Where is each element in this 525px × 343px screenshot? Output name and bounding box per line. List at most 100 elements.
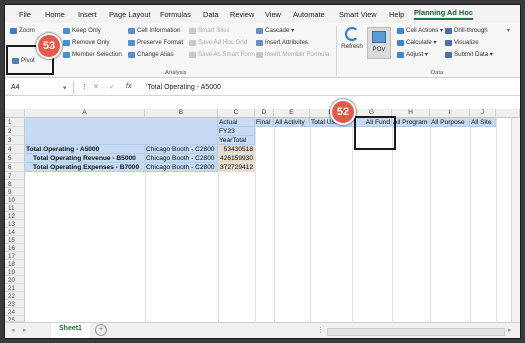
row-header[interactable]: 8	[5, 180, 25, 188]
row-header[interactable]: 18	[5, 260, 25, 268]
row-header[interactable]: 15	[5, 236, 25, 244]
cancel-icon[interactable]: ✕	[93, 83, 99, 91]
member-selection-button[interactable]: Member Selection	[63, 51, 122, 58]
tab-file[interactable]: File	[19, 10, 31, 19]
cell-a6[interactable]: Total Operating Expenses - B7000	[25, 163, 145, 172]
row-header[interactable]: 19	[5, 268, 25, 276]
tab-formulas[interactable]: Formulas	[160, 10, 191, 19]
tab-review[interactable]: Review	[230, 10, 254, 19]
sheet-tab-sheet1[interactable]: Sheet1	[51, 323, 90, 338]
cell-a4[interactable]: Total Operating - A5000	[25, 145, 145, 154]
cell-c2[interactable]: FY23	[218, 127, 255, 136]
submit-data-button[interactable]: Submit Data ▾	[445, 51, 493, 58]
row-header[interactable]: 22	[5, 292, 25, 300]
tab-planning-ad-hoc[interactable]: Planning Ad Hoc	[414, 8, 473, 20]
insert-attributes-button[interactable]: Insert Attributes	[256, 39, 308, 46]
column-header[interactable]: J	[470, 109, 496, 118]
row-header[interactable]: 5	[5, 154, 25, 163]
sheet-more-icon[interactable]: ⋮	[317, 326, 324, 334]
insert-member-formula-button[interactable]: Insert Member Formula	[256, 51, 329, 58]
cell-i1[interactable]: All Purpose	[430, 118, 470, 127]
column-header[interactable]: A	[25, 109, 145, 118]
row-header[interactable]: 2	[5, 127, 25, 136]
column-header[interactable]: D	[255, 109, 274, 118]
formula-menu-icon[interactable]: ⋮	[81, 83, 88, 91]
calculate-button[interactable]: Calculate ▾	[397, 39, 437, 46]
column-header[interactable]: I	[430, 109, 470, 118]
add-sheet-icon[interactable]: +	[95, 324, 107, 336]
name-box[interactable]: A4	[11, 84, 20, 91]
formula-input[interactable]: 'Total Operating - A5000	[146, 84, 221, 91]
cell-c1[interactable]: Actual	[218, 118, 255, 127]
cell-d1[interactable]: Final	[255, 118, 274, 127]
select-all-corner[interactable]	[5, 109, 25, 118]
pov-button[interactable]: POV	[367, 27, 391, 59]
vertical-scrollbar[interactable]	[511, 118, 520, 322]
save-as-smart-form-button[interactable]: Save As Smart Form	[189, 51, 255, 58]
zoom-button[interactable]: Zoom	[10, 27, 35, 34]
scroll-left-icon[interactable]: ◂	[11, 326, 15, 334]
cell-information-button[interactable]: Cell Information	[128, 27, 180, 34]
row-header[interactable]: 16	[5, 244, 25, 252]
cell-a5[interactable]: Total Operating Revenue - B5000	[25, 154, 145, 163]
save-ad-hoc-grid-button[interactable]: Save Ad Hoc Grid	[189, 39, 247, 46]
remove-only-button[interactable]: Remove Only	[63, 39, 109, 46]
row-header[interactable]: 6	[5, 163, 25, 172]
function-icon[interactable]: fx	[126, 83, 131, 90]
row-header[interactable]: 10	[5, 196, 25, 204]
visualize-button[interactable]: Visualize	[445, 39, 479, 46]
name-box-dropdown-icon[interactable]: ▾	[63, 84, 67, 92]
row-header[interactable]: 12	[5, 212, 25, 220]
horizontal-scrollbar[interactable]	[327, 328, 505, 336]
enter-icon[interactable]: ✓	[109, 83, 115, 91]
smart-slice-button[interactable]: Smart Slice	[189, 27, 230, 34]
cell-h1[interactable]: All Program	[392, 118, 430, 127]
cell-c4[interactable]: 53430518	[218, 145, 255, 154]
row-header[interactable]: 23	[5, 300, 25, 308]
cell-b6[interactable]: Chicago Booth - C2800	[145, 163, 218, 172]
scroll-right-icon[interactable]: ▸	[23, 326, 27, 334]
cascade-button[interactable]: Cascade ▾	[256, 27, 294, 34]
cell-e1[interactable]: All Activity	[274, 118, 310, 127]
tab-insert[interactable]: Insert	[78, 10, 96, 19]
row-header[interactable]: 17	[5, 252, 25, 260]
keep-only-button[interactable]: Keep Only	[63, 27, 101, 34]
tab-help[interactable]: Help	[389, 10, 404, 19]
header-band-blank[interactable]	[25, 118, 218, 145]
row-header[interactable]: 7	[5, 172, 25, 180]
row-header[interactable]: 13	[5, 220, 25, 228]
column-header-blank[interactable]	[496, 109, 520, 118]
column-header[interactable]: E	[274, 109, 310, 118]
column-header[interactable]: C	[218, 109, 255, 118]
change-alias-button[interactable]: Change Alias	[128, 51, 173, 58]
row-header[interactable]: 3	[5, 136, 25, 145]
cell-c5[interactable]: 426159930	[218, 154, 255, 163]
row-header[interactable]: 14	[5, 228, 25, 236]
tab-page-layout[interactable]: Page Layout	[109, 10, 151, 19]
tab-data[interactable]: Data	[203, 10, 219, 19]
drill-through-button[interactable]: Drill-through	[445, 27, 488, 34]
cell-b4[interactable]: Chicago Booth - C2800	[145, 145, 218, 154]
tab-automate[interactable]: Automate	[293, 10, 325, 19]
cell-actions-button[interactable]: Cell Actions ▾	[397, 27, 443, 34]
tab-home[interactable]: Home	[45, 10, 65, 19]
cell-b5[interactable]: Chicago Booth - C2800	[145, 154, 218, 163]
row-header[interactable]: 9	[5, 188, 25, 196]
row-header[interactable]: 11	[5, 204, 25, 212]
row-header[interactable]: 20	[5, 276, 25, 284]
row-header[interactable]: 1	[5, 118, 25, 127]
cell-c3[interactable]: YearTotal	[218, 136, 255, 145]
refresh-button[interactable]: Refresh	[341, 27, 363, 50]
preserve-format-button[interactable]: Preserve Format	[128, 39, 183, 46]
tab-smart-view[interactable]: Smart View	[339, 10, 377, 19]
row-header[interactable]: 4	[5, 145, 25, 154]
ribbon-overflow-icon[interactable]: ▾	[507, 27, 510, 34]
column-header[interactable]: B	[145, 109, 218, 118]
cell-c6[interactable]: 372729412	[218, 163, 255, 172]
adjust-button[interactable]: Adjust ▾	[397, 51, 428, 58]
scroll-right-end-icon[interactable]: ▸	[508, 326, 512, 334]
column-header[interactable]: H	[392, 109, 430, 118]
cell-j1[interactable]: All Site	[470, 118, 496, 127]
tab-view[interactable]: View	[265, 10, 281, 19]
row-header[interactable]: 21	[5, 284, 25, 292]
